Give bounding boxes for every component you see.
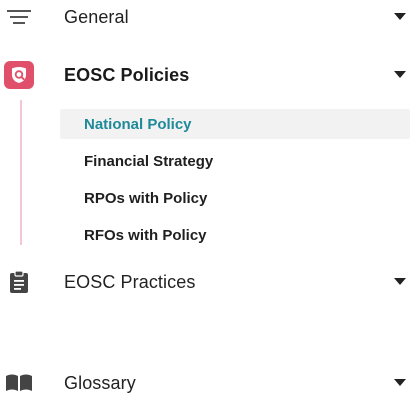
chevron-down-icon[interactable] — [393, 275, 407, 289]
menu-item-label: General — [64, 6, 129, 27]
menu-item-label: Glossary — [64, 372, 136, 393]
book-icon — [4, 368, 34, 396]
sidebar-nav: General EOSC Policies National Policy Fi… — [0, 0, 411, 396]
menu-item-label: EOSC Policies — [64, 64, 190, 85]
submenu-item-national-policy[interactable]: National Policy — [60, 109, 410, 139]
menu-lines-icon — [4, 2, 34, 32]
chevron-down-icon[interactable] — [393, 68, 407, 82]
submenu-item-rpos-with-policy[interactable]: RPOs with Policy — [60, 183, 410, 213]
menu-item-glossary[interactable]: Glossary — [0, 363, 411, 396]
shield-search-icon — [4, 60, 34, 90]
chevron-down-icon[interactable] — [393, 10, 407, 24]
policies-submenu: National Policy Financial Strategy RPOs … — [20, 100, 411, 245]
clipboard-icon — [4, 267, 34, 297]
submenu-item-financial-strategy[interactable]: Financial Strategy — [60, 146, 410, 176]
menu-item-label: EOSC Practices — [64, 271, 196, 292]
menu-item-eosc-policies[interactable]: EOSC Policies — [0, 55, 411, 95]
chevron-down-icon[interactable] — [393, 376, 407, 390]
menu-item-eosc-practices[interactable]: EOSC Practices — [0, 262, 411, 302]
menu-item-general[interactable]: General — [0, 0, 411, 37]
submenu-item-rfos-with-policy[interactable]: RFOs with Policy — [60, 220, 410, 250]
